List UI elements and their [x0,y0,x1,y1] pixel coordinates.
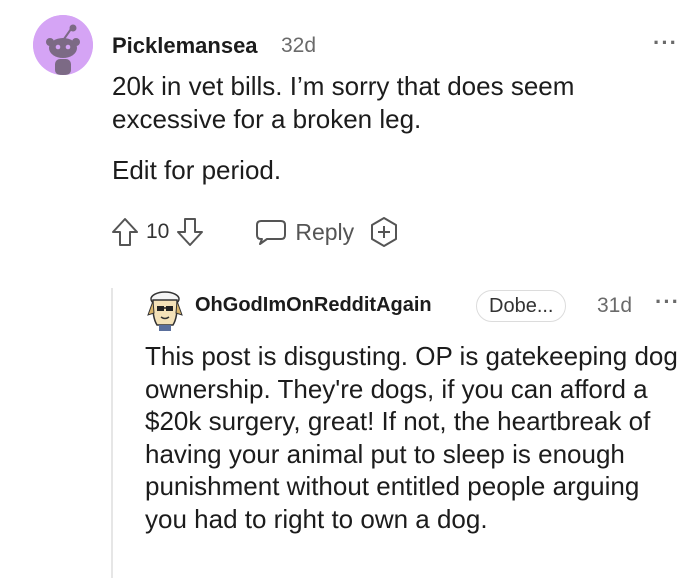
upvote-arrow-icon [112,218,138,246]
user-flair: Dobe... [476,290,567,322]
custom-avatar-icon [147,291,183,331]
comment-author[interactable]: Picklemansea [112,33,258,59]
reply-button[interactable]: Reply [255,217,354,247]
more-options-button[interactable]: ··· [653,30,678,56]
award-button[interactable] [368,216,400,248]
more-options-button[interactable]: ··· [655,289,680,315]
snoo-avatar-icon [33,15,93,75]
reply-label: Reply [295,218,355,245]
vote-count: 10 [146,220,170,243]
comment-actions: 10 Reply [110,212,400,252]
upvote-button[interactable] [110,216,140,248]
comment-author[interactable]: OhGodImOnRedditAgain [195,294,432,317]
comment-timestamp: 31d [597,294,633,317]
downvote-button[interactable] [175,216,205,248]
comment-timestamp: 32d [281,34,317,57]
add-award-icon [371,217,398,247]
thread-line[interactable] [111,288,113,578]
comment-text-line: 20k in vet bills. I’m sorry that does se… [112,71,575,134]
comment-body: This post is disgusting. OP is gatekeepi… [145,341,678,534]
comment-text-line: Edit for period. [112,155,282,185]
avatar[interactable] [145,287,185,331]
downvote-arrow-icon [177,218,204,246]
speech-bubble-icon [256,220,287,245]
comment-body: 20k in vet bills. I’m sorry that does se… [112,70,672,205]
avatar[interactable] [33,15,93,75]
